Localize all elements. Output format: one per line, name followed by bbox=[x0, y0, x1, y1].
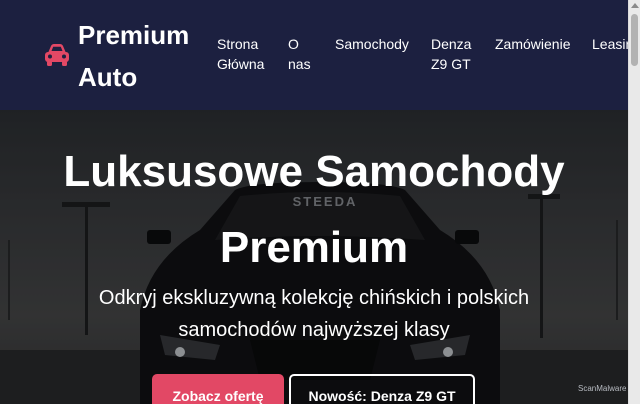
hero-subtitle: Odkryj ekskluzywną kolekcję chińskich i … bbox=[98, 287, 530, 341]
hero-section: STEEDA Luksusowe Samochody Premium Odkry… bbox=[0, 110, 628, 404]
nav-item-home[interactable]: Strona Główna bbox=[217, 34, 264, 74]
new-denza-button[interactable]: Nowość: Denza Z9 GT bbox=[289, 374, 475, 404]
watermark-text: ScanMalware bbox=[578, 384, 627, 393]
page-scrollbar[interactable] bbox=[628, 0, 640, 404]
nav-item-denza[interactable]: Denza Z9 GT bbox=[431, 34, 471, 74]
scroll-up-arrow-icon[interactable] bbox=[631, 3, 639, 8]
hero-title: Luksusowe Samochody Premium bbox=[0, 134, 628, 286]
nav-item-order[interactable]: Zamówienie bbox=[495, 34, 570, 54]
car-icon[interactable] bbox=[42, 40, 72, 70]
nav-item-about[interactable]: O nas bbox=[288, 34, 311, 74]
scroll-thumb[interactable] bbox=[631, 14, 638, 66]
site-header: Premium Auto Strona Główna O nas Samocho… bbox=[0, 0, 640, 110]
nav-item-cars[interactable]: Samochody bbox=[335, 34, 409, 54]
hero-title-line2: Premium bbox=[219, 223, 409, 272]
brand-name[interactable]: Premium Auto bbox=[78, 14, 208, 98]
see-offer-button[interactable]: Zobacz ofertę bbox=[152, 374, 284, 404]
hero-title-line1: Luksusowe Samochody bbox=[63, 147, 565, 196]
